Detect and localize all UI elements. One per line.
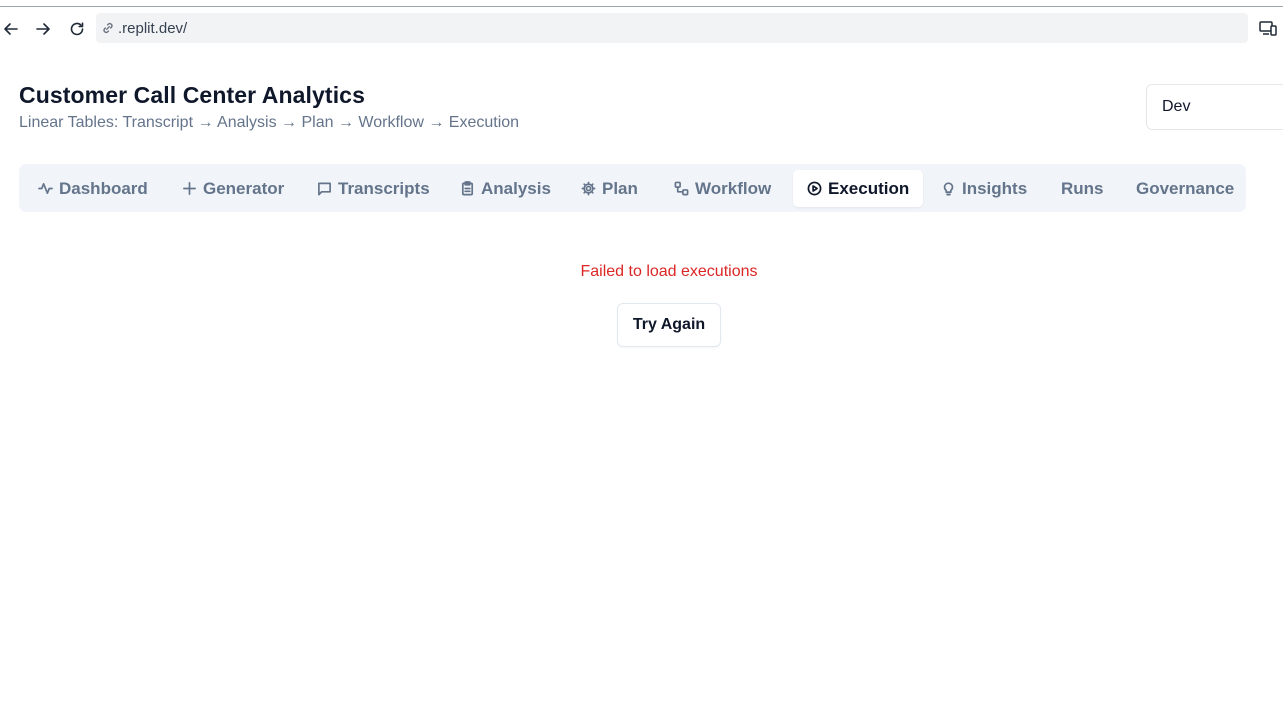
- tab-label: Runs: [1061, 178, 1104, 198]
- page-subtitle: Linear Tables: Transcript → Analysis → P…: [19, 114, 520, 131]
- forward-button[interactable]: [33, 19, 53, 39]
- devices-button[interactable]: [1259, 19, 1279, 39]
- tab-label: Analysis: [481, 178, 551, 198]
- workflow-icon: [674, 181, 689, 196]
- try-again-button[interactable]: Try Again: [617, 303, 721, 347]
- tab-label: Dashboard: [59, 178, 148, 198]
- arrow-left-icon: [4, 23, 18, 35]
- reload-button[interactable]: [67, 19, 87, 39]
- link-icon: [101, 21, 115, 35]
- tab-dashboard[interactable]: Dashboard: [38, 170, 148, 207]
- address-bar[interactable]: .replit.dev/: [96, 13, 1248, 43]
- tab-analysis[interactable]: Analysis: [460, 170, 551, 207]
- devices-icon: [1259, 21, 1277, 36]
- tab-label: Generator: [203, 178, 285, 198]
- tab-label: Plan: [602, 178, 638, 198]
- tab-transcripts[interactable]: Transcripts: [317, 170, 430, 207]
- tab-execution[interactable]: Execution: [793, 170, 924, 207]
- clipboard-icon: [461, 181, 474, 196]
- plus-icon: [183, 182, 196, 195]
- tab-generator[interactable]: Generator: [182, 170, 284, 207]
- back-button[interactable]: [1, 19, 21, 39]
- main-tabs: Dashboard Generator Transcripts Analysis…: [19, 164, 1246, 212]
- tab-label: Transcripts: [338, 178, 430, 198]
- url-text: .replit.dev/: [118, 19, 188, 37]
- error-message: Failed to load executions: [580, 263, 758, 280]
- environment-select[interactable]: Dev: [1146, 84, 1283, 130]
- tab-label: Governance: [1136, 178, 1235, 198]
- lightbulb-icon: [943, 182, 954, 196]
- tab-workflow[interactable]: Workflow: [674, 170, 771, 207]
- arrow-right-icon: [36, 23, 50, 35]
- page-title: Customer Call Center Analytics: [19, 82, 365, 108]
- activity-icon: [38, 182, 53, 195]
- tab-plan[interactable]: Plan: [581, 170, 638, 207]
- message-square-icon: [318, 182, 331, 196]
- environment-select-value: Dev: [1162, 98, 1191, 115]
- gear-icon: [581, 181, 596, 196]
- tab-label: Workflow: [695, 178, 772, 198]
- browser-toolbar: .replit.dev/: [0, 7, 1283, 49]
- tab-governance[interactable]: Governance: [1136, 170, 1234, 207]
- tab-label: Execution: [828, 178, 910, 198]
- reload-icon: [70, 22, 84, 36]
- tab-label: Insights: [962, 178, 1028, 198]
- tab-runs[interactable]: Runs: [1061, 170, 1104, 207]
- play-circle-icon: [807, 181, 822, 196]
- tab-insights[interactable]: Insights: [941, 170, 1027, 207]
